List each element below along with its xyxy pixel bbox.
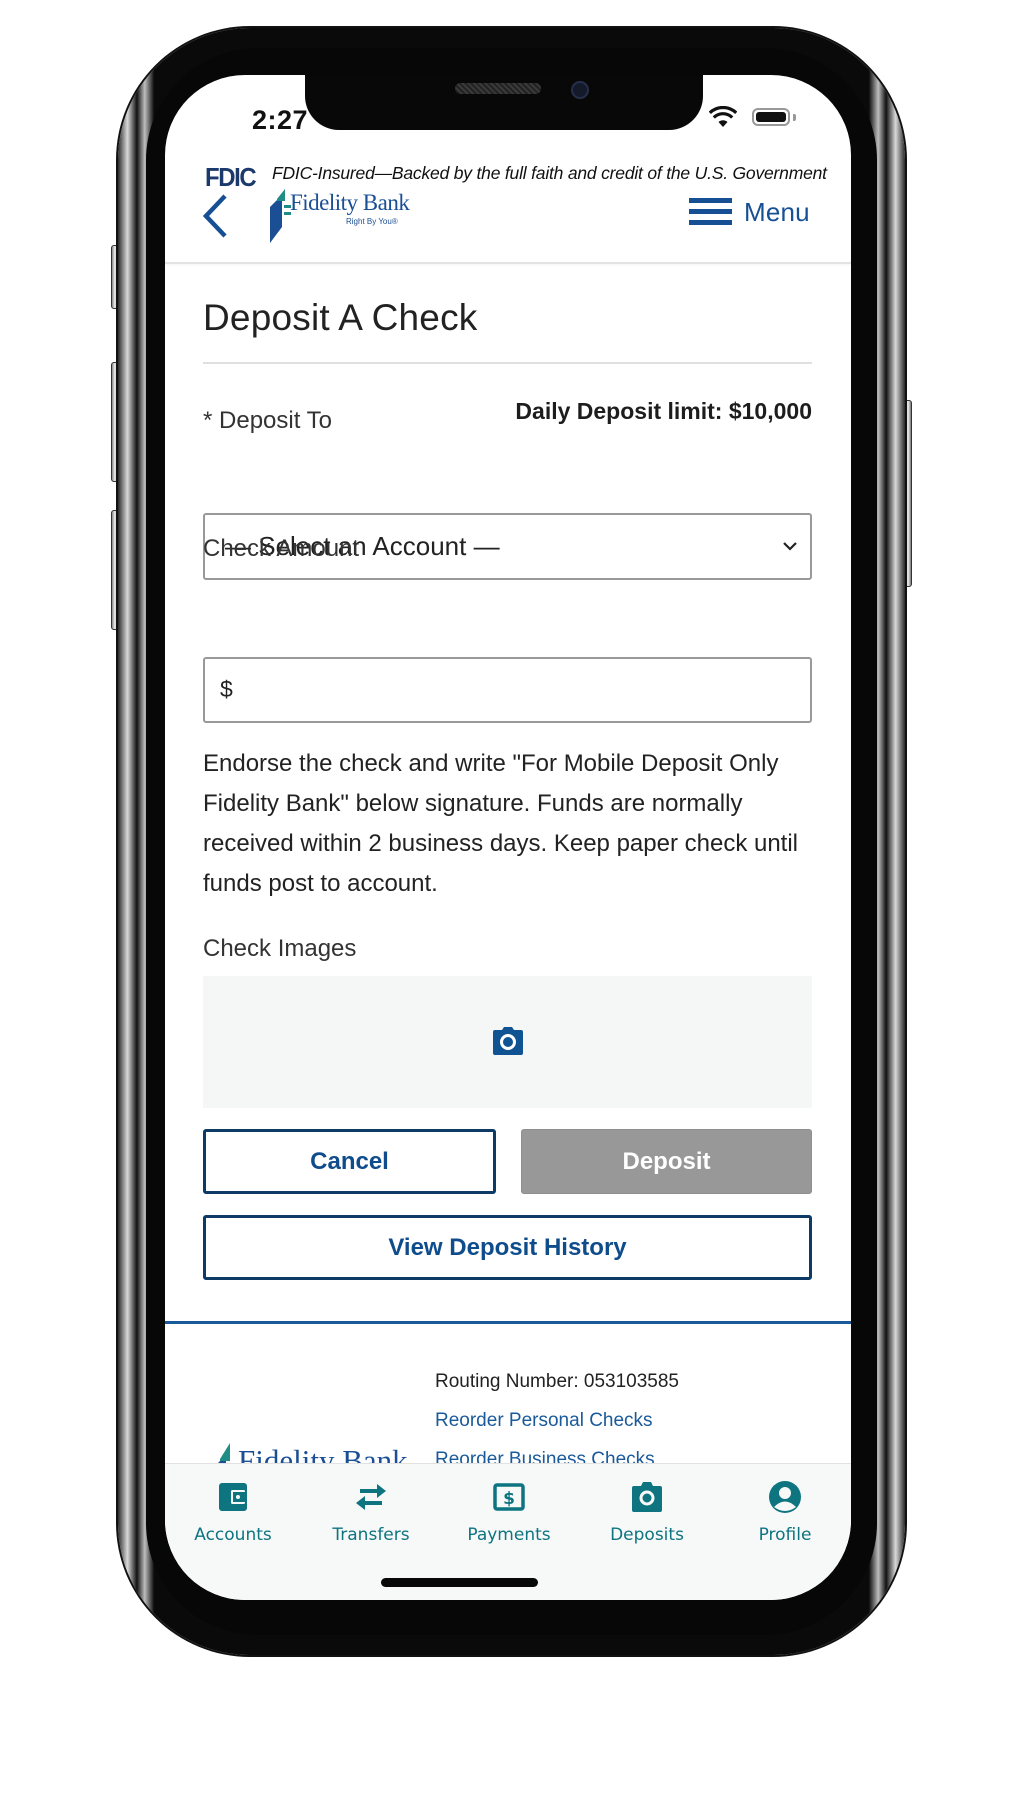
fdic-logo: FDIC	[205, 162, 257, 192]
reorder-personal-checks-link[interactable]: Reorder Personal Checks	[435, 1410, 653, 1432]
check-images-upload[interactable]	[203, 976, 812, 1108]
back-chevron-icon[interactable]	[201, 193, 231, 239]
camera-icon	[632, 1482, 662, 1512]
fdic-statement: FDIC-Insured—Backed by the full faith an…	[272, 163, 827, 183]
tab-label: Accounts	[194, 1525, 272, 1545]
tab-profile[interactable]: Profile	[720, 1464, 850, 1554]
notch	[305, 75, 703, 130]
front-camera	[571, 81, 589, 99]
routing-number: Routing Number: 053103585	[435, 1371, 680, 1392]
header-divider	[165, 262, 851, 264]
footer-divider	[165, 1321, 851, 1324]
status-time: 2:27	[252, 105, 309, 135]
home-indicator[interactable]	[381, 1578, 538, 1587]
tab-label: Payments	[467, 1525, 551, 1545]
deposit-button[interactable]: Deposit	[521, 1129, 812, 1194]
brand-tagline: Right By You®	[346, 217, 398, 226]
battery-nub	[793, 114, 796, 121]
endorsement-instructions: Endorse the check and write "For Mobile …	[203, 750, 799, 897]
camera-icon	[493, 1027, 523, 1055]
tab-accounts[interactable]: Accounts	[168, 1464, 298, 1554]
check-amount-field[interactable]: $	[203, 657, 812, 723]
dollar-bill-icon: $	[493, 1483, 525, 1511]
fidelity-bank-logo[interactable]: Fidelity Bank Right By You®	[268, 187, 410, 243]
battery-icon	[752, 108, 790, 126]
check-amount-input[interactable]	[245, 669, 799, 713]
tab-payments[interactable]: $ Payments	[444, 1464, 574, 1554]
cancel-button[interactable]: Cancel	[203, 1129, 496, 1194]
page-title: Deposit A Check	[203, 297, 478, 338]
view-deposit-history-button[interactable]: View Deposit History	[203, 1215, 812, 1280]
deposit-to-label: * Deposit To	[203, 407, 332, 434]
bottom-tab-bar: Accounts Transfers $ Payments Deposits P…	[165, 1463, 851, 1600]
menu-label: Menu	[744, 196, 810, 227]
chevron-down-icon	[783, 542, 797, 551]
check-images-label: Check Images	[203, 935, 357, 962]
transfer-arrows-icon	[356, 1484, 386, 1510]
title-divider	[203, 362, 812, 364]
svg-text:$: $	[503, 1489, 515, 1509]
power-button	[904, 400, 912, 587]
check-amount-label: Check Amount	[203, 535, 360, 562]
menu-button[interactable]: Menu	[689, 194, 810, 230]
daily-deposit-limit: Daily Deposit limit: $10,000	[515, 398, 812, 424]
user-circle-icon	[769, 1481, 801, 1513]
wallet-icon	[219, 1483, 247, 1511]
tab-transfers[interactable]: Transfers	[306, 1464, 436, 1554]
tab-label: Profile	[758, 1525, 812, 1545]
tab-label: Transfers	[332, 1525, 410, 1545]
wifi-icon	[709, 106, 737, 127]
tab-label: Deposits	[610, 1525, 684, 1545]
tab-deposits[interactable]: Deposits	[582, 1464, 712, 1554]
brand-name: Fidelity Bank	[290, 190, 410, 215]
fidelity-logo-mark	[270, 189, 291, 243]
speaker-grille	[455, 83, 541, 94]
hamburger-icon	[689, 198, 732, 226]
currency-prefix: $	[220, 676, 233, 702]
phone-screen: 2:27 FDIC FDIC-Insured—Backed by the ful…	[165, 75, 851, 1600]
